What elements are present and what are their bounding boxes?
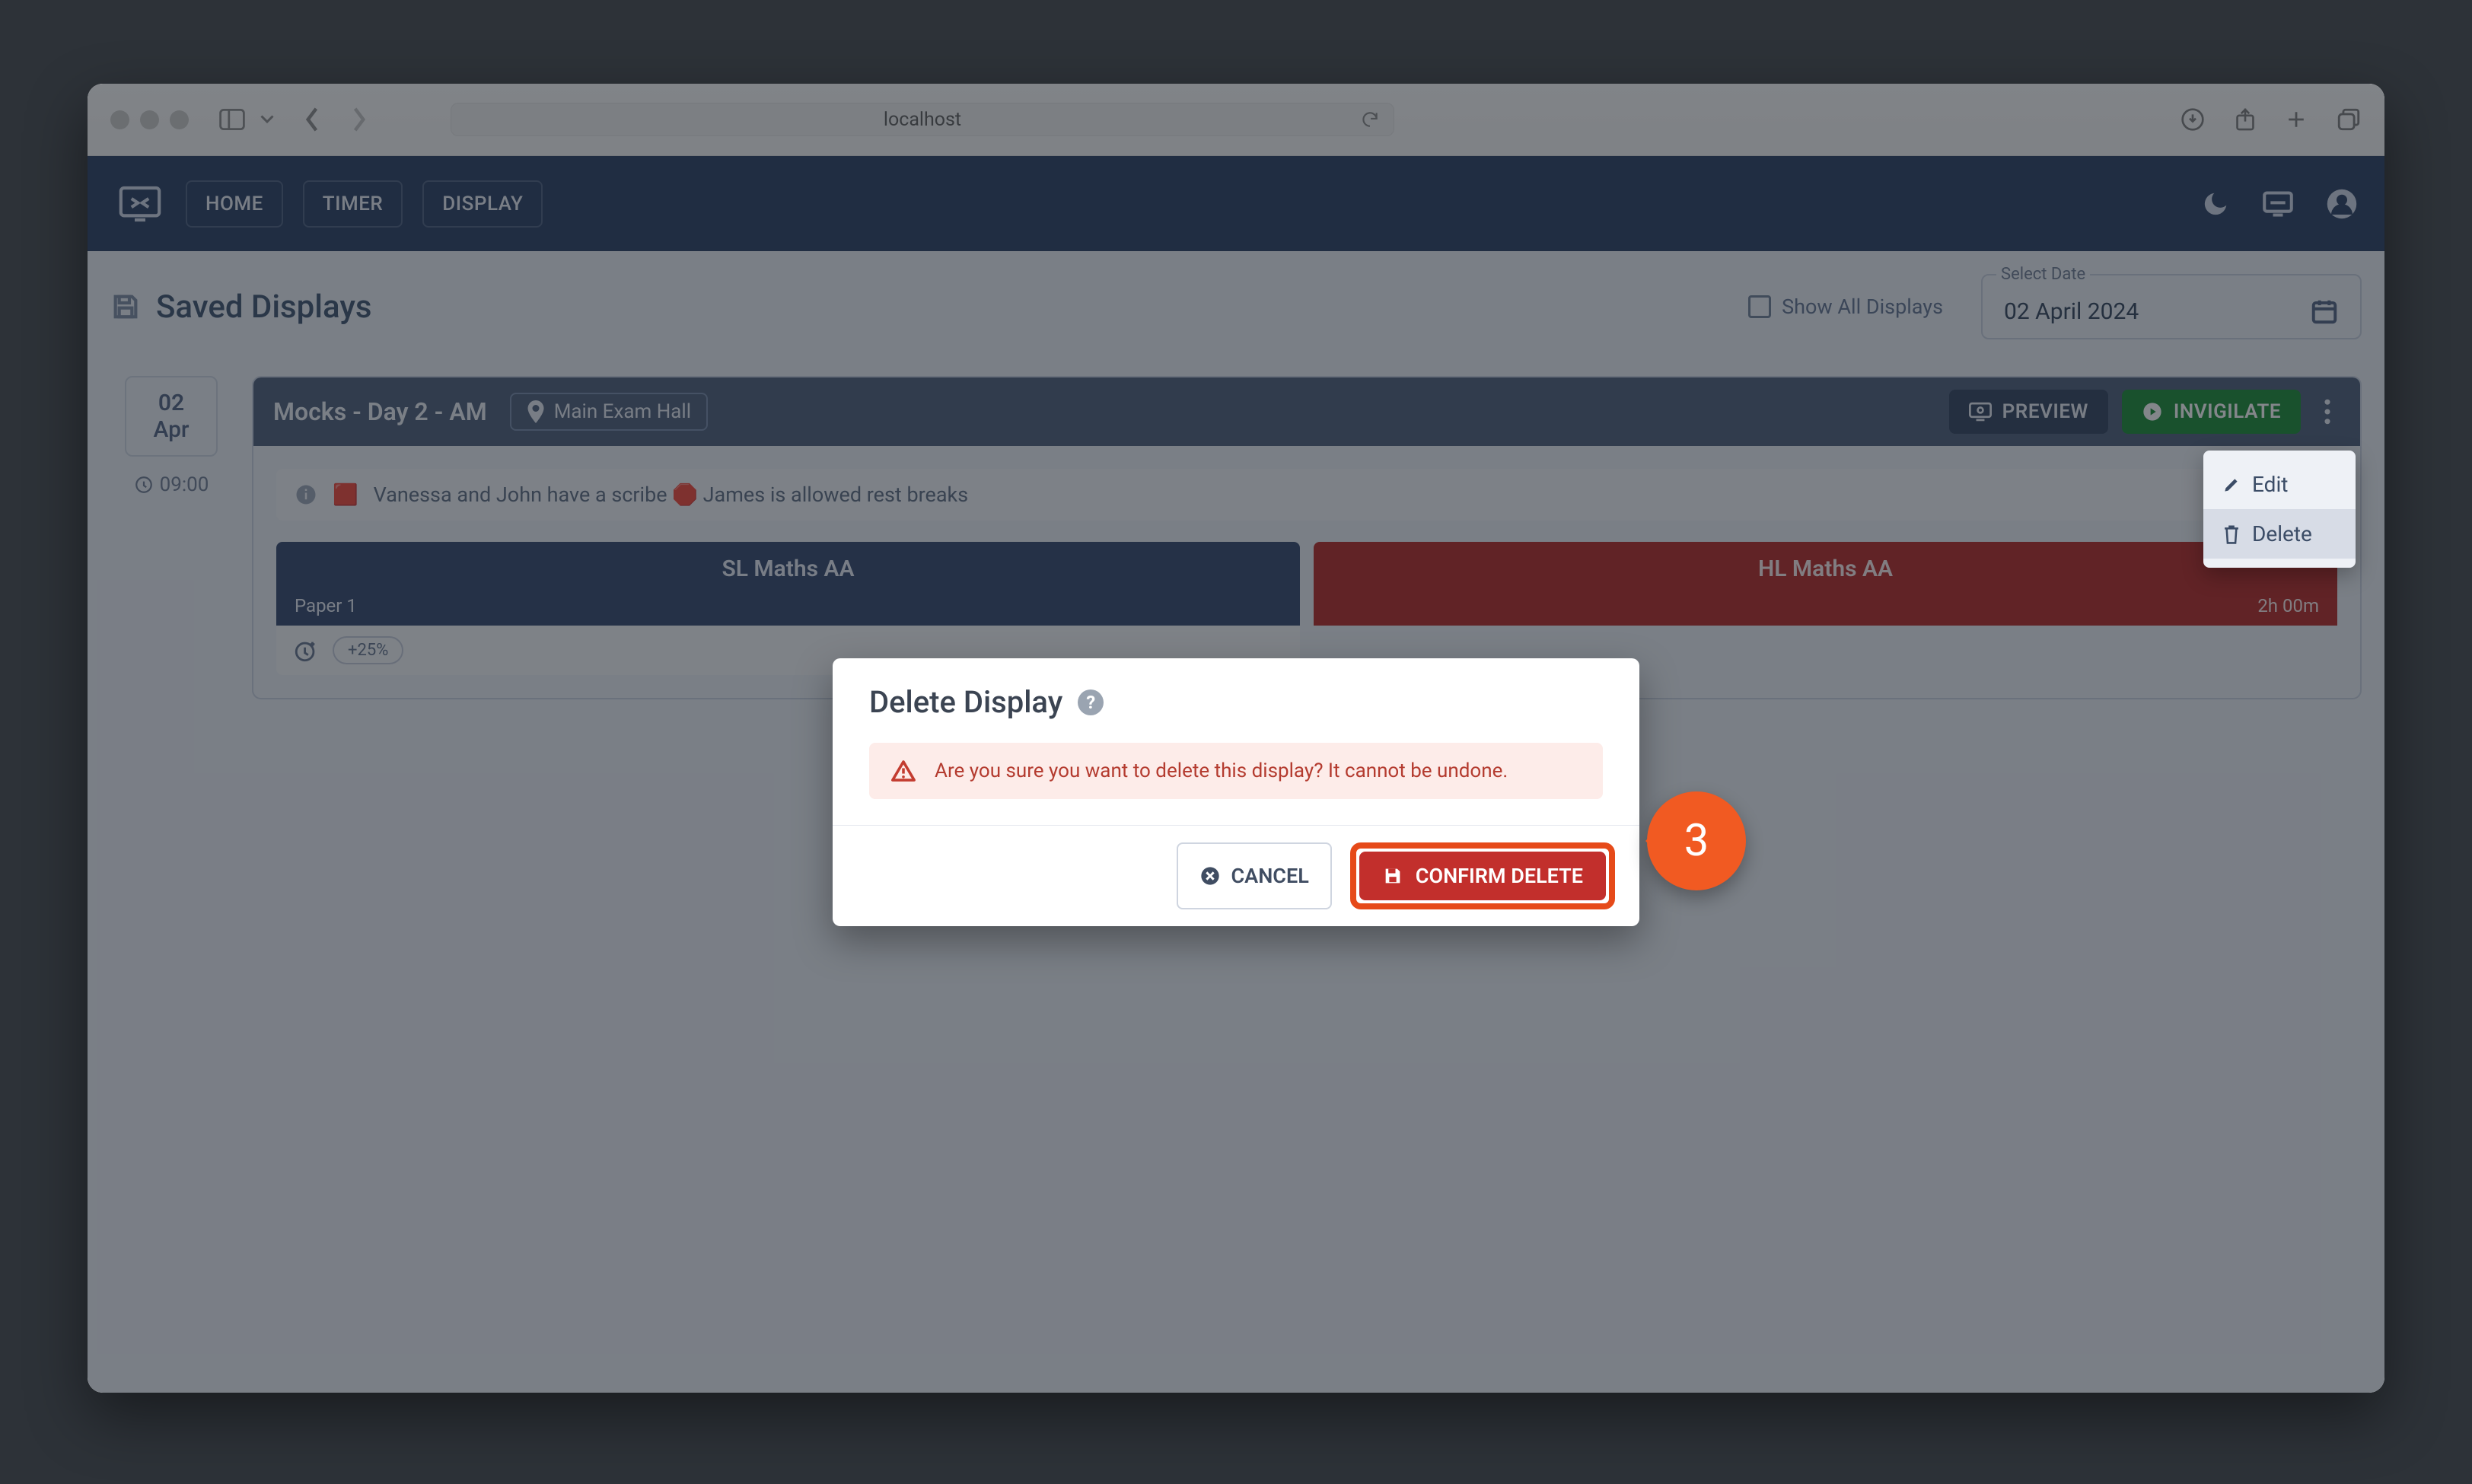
warning-text: Are you sure you want to delete this dis… [935,760,1508,782]
menu-edit[interactable]: Edit [2203,460,2356,509]
menu-delete-label: Delete [2252,521,2312,546]
confirm-label: CONFIRM DELETE [1416,864,1583,888]
cancel-icon [1199,865,1221,887]
confirm-delete-button[interactable]: CONFIRM DELETE [1359,852,1606,900]
confirm-button-highlight: CONFIRM DELETE [1350,842,1615,909]
delete-modal: Delete Display ? Are you sure you want t… [833,658,1639,926]
edit-icon [2222,475,2241,495]
step-indicator: 3 [1647,791,1746,890]
menu-delete[interactable]: Delete [2203,509,2356,559]
step-number: 3 [1684,815,1709,867]
help-icon[interactable]: ? [1078,689,1104,715]
card-dropdown-menu: Edit Delete [2203,451,2356,568]
modal-title: Delete Display [869,684,1062,720]
modal-warning: Are you sure you want to delete this dis… [869,743,1603,799]
cancel-label: CANCEL [1231,864,1309,888]
cancel-button[interactable]: CANCEL [1177,842,1332,909]
trash-icon [2222,524,2241,545]
menu-edit-label: Edit [2252,472,2288,497]
warning-icon [890,760,916,782]
save-icon [1382,865,1403,887]
browser-window: localhost HOME TIMER DISPLAY Saved Displ… [88,84,2384,1393]
